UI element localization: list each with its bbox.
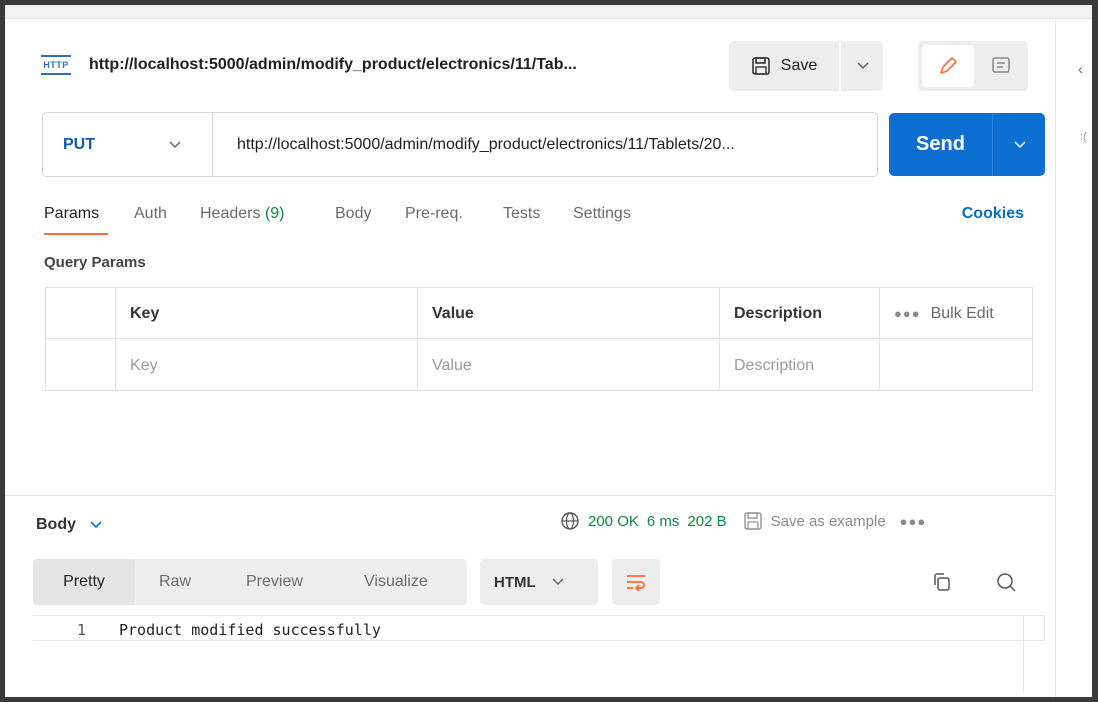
- cookies-link[interactable]: Cookies: [962, 205, 1024, 223]
- pencil-icon: [940, 57, 957, 74]
- method-label: PUT: [63, 135, 95, 153]
- column-header-value: Value: [418, 288, 720, 339]
- response-body-dropdown[interactable]: Body: [36, 516, 102, 534]
- tab-tests[interactable]: Tests: [503, 205, 540, 223]
- key-input[interactable]: Key: [116, 340, 418, 391]
- view-tab-visualize[interactable]: Visualize: [364, 559, 428, 605]
- description-input[interactable]: Description: [720, 340, 880, 391]
- tab-auth[interactable]: Auth: [134, 205, 167, 223]
- save-as-example-button[interactable]: Save as example: [771, 513, 886, 530]
- format-select[interactable]: HTML: [480, 559, 598, 605]
- line-number: 1: [77, 621, 87, 639]
- view-tab-raw[interactable]: Raw: [159, 559, 191, 605]
- http-icon: HTTP: [41, 55, 71, 75]
- globe-icon[interactable]: [560, 511, 580, 531]
- view-tab-pretty[interactable]: Pretty: [33, 559, 135, 605]
- send-options-button[interactable]: [995, 113, 1045, 176]
- more-options-icon[interactable]: ●●●: [900, 514, 927, 529]
- url-input[interactable]: http://localhost:5000/admin/modify_produ…: [237, 113, 867, 176]
- chevron-down-icon: [1014, 140, 1026, 148]
- chevron-down-icon: [169, 140, 181, 148]
- response-meta: 200 OK 6 ms 202 B Save as example ●●●: [560, 511, 926, 531]
- response-size[interactable]: 202 B: [687, 513, 726, 530]
- send-button[interactable]: Send: [889, 113, 993, 176]
- method-chevron[interactable]: [169, 113, 181, 176]
- tab-body[interactable]: Body: [335, 205, 371, 223]
- send-group: Send: [889, 113, 1045, 176]
- table-row: Key Value Description: [46, 340, 1032, 391]
- bulk-edit-cell: ●●● Bulk Edit: [880, 288, 1032, 339]
- edit-mode-group: [918, 41, 1028, 91]
- save-icon: [743, 512, 762, 530]
- checkbox-column-header: [46, 288, 116, 339]
- tab-headers[interactable]: Headers (9): [200, 205, 285, 223]
- row-actions-cell: [880, 340, 1032, 391]
- comments-button[interactable]: [978, 45, 1024, 87]
- tab-headers-label: Headers: [200, 205, 261, 222]
- method-select[interactable]: PUT: [43, 113, 213, 176]
- save-button[interactable]: Save: [729, 41, 841, 91]
- more-options-icon[interactable]: ●●●: [894, 306, 921, 321]
- save-label: Save: [780, 57, 818, 74]
- status-code[interactable]: 200 OK: [588, 513, 639, 530]
- query-params-table: Key Value Description ●●● Bulk Edit Key …: [45, 287, 1033, 391]
- url-bar: PUT http://localhost:5000/admin/modify_p…: [42, 112, 878, 177]
- chevron-down-icon: [857, 62, 869, 70]
- edit-button[interactable]: [922, 45, 974, 87]
- save-options-button[interactable]: [843, 41, 883, 91]
- response-body-editor[interactable]: 1 Product modified successfully: [33, 615, 1045, 641]
- copy-button[interactable]: [931, 571, 953, 598]
- pane-divider[interactable]: [5, 495, 1055, 496]
- search-button[interactable]: [995, 571, 1017, 598]
- table-header-row: Key Value Description ●●● Bulk Edit: [46, 288, 1032, 339]
- headers-count: (9): [264, 205, 285, 222]
- postman-window: ‹ :( HTTP http://localhost:5000/admin/mo…: [0, 0, 1098, 702]
- chevron-down-icon: [552, 578, 564, 586]
- request-header: HTTP http://localhost:5000/admin/modify_…: [5, 19, 1055, 99]
- tab-strip: [5, 5, 1093, 19]
- response-header: Body 200 OK 6 ms 202 B Save as example ●…: [5, 505, 1055, 545]
- request-title[interactable]: http://localhost:5000/admin/modify_produ…: [89, 56, 577, 74]
- response-time[interactable]: 6 ms: [647, 513, 680, 530]
- chevron-down-icon: [90, 521, 102, 529]
- save-group: Save: [729, 41, 883, 91]
- column-header-description: Description: [720, 288, 880, 339]
- wrap-lines-button[interactable]: [612, 559, 660, 605]
- copy-icon: [934, 573, 950, 591]
- tab-params[interactable]: Params: [44, 205, 99, 223]
- right-sidebar: ‹ :(: [1055, 19, 1093, 697]
- request-tabs: Params Auth Headers (9) Body Pre-req. Te…: [42, 201, 1042, 241]
- tab-pre-request[interactable]: Pre-req.: [405, 205, 463, 223]
- editor-scrollbar[interactable]: [1023, 615, 1024, 693]
- code-line: Product modified successfully: [119, 621, 381, 639]
- sidebar-fragment: :(: [1080, 131, 1087, 143]
- response-view-tabs: Pretty Raw Preview Visualize: [33, 559, 467, 605]
- search-icon: [997, 573, 1016, 592]
- column-header-key: Key: [116, 288, 418, 339]
- view-tab-preview[interactable]: Preview: [246, 559, 303, 605]
- active-tab-indicator: [44, 233, 108, 235]
- comment-icon: [992, 57, 1010, 73]
- save-icon: [751, 57, 770, 75]
- tab-settings[interactable]: Settings: [573, 205, 631, 223]
- value-input[interactable]: Value: [418, 340, 720, 391]
- chevron-left-icon[interactable]: ‹: [1078, 61, 1083, 78]
- bulk-edit-button[interactable]: Bulk Edit: [931, 305, 994, 323]
- response-body-label: Body: [36, 516, 76, 533]
- wrap-lines-icon: [627, 575, 645, 592]
- window-edge: [1092, 0, 1098, 702]
- row-checkbox-cell: [46, 340, 116, 391]
- format-label: HTML: [494, 573, 536, 591]
- query-params-heading: Query Params: [44, 254, 146, 271]
